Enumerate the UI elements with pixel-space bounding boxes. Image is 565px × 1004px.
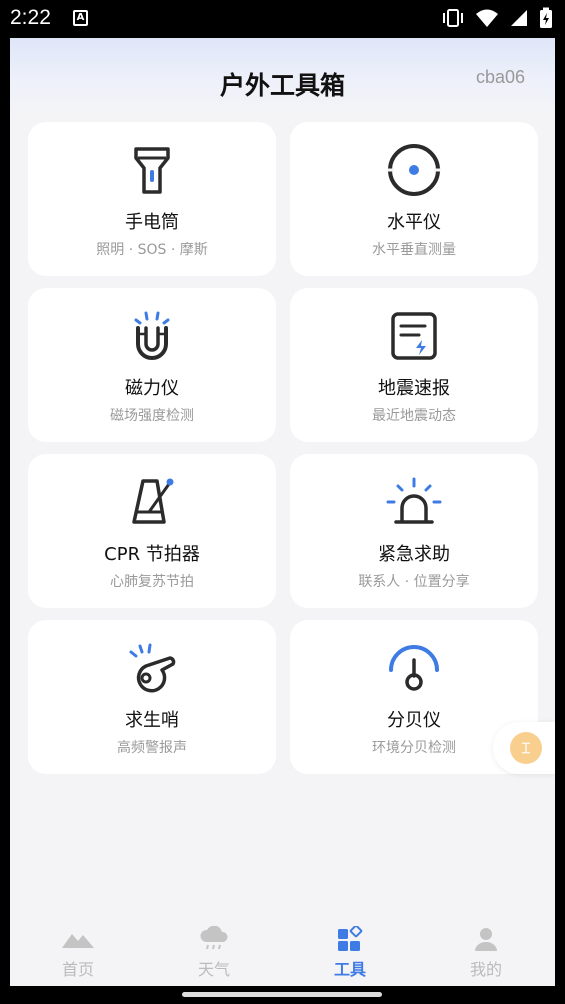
tool-title: CPR 节拍器 — [104, 544, 200, 565]
header: 户外工具箱 cba06 — [10, 38, 555, 118]
level-icon — [387, 144, 441, 196]
tab-home[interactable]: 首页 — [38, 924, 118, 980]
battery-charging-icon — [540, 7, 552, 28]
pin-icon: ⌶ — [510, 732, 542, 764]
tool-title: 磁力仪 — [125, 378, 179, 399]
tool-desc: 最近地震动态 — [372, 408, 456, 424]
metronome-icon — [132, 478, 174, 524]
tool-card-level[interactable]: 水平仪 水平垂直测量 — [290, 122, 538, 276]
tool-title: 紧急求助 — [378, 544, 450, 565]
bottom-tab-bar: 首页 天气 工具 我的 — [10, 910, 555, 986]
tool-card-sos[interactable]: 紧急求助 联系人 · 位置分享 — [290, 454, 538, 608]
user-icon — [475, 928, 497, 951]
tool-card-cpr[interactable]: CPR 节拍器 心肺复苏节拍 — [28, 454, 276, 608]
tab-label: 我的 — [469, 960, 502, 979]
tab-label: 首页 — [61, 960, 94, 979]
wifi-icon — [476, 9, 498, 27]
tab-weather[interactable]: 天气 — [174, 924, 254, 980]
rain-cloud-icon — [200, 926, 228, 950]
cell-signal-icon — [511, 10, 527, 26]
tools-grid-icon — [338, 926, 363, 951]
mountain-icon — [62, 934, 94, 948]
flashlight-icon — [134, 147, 170, 194]
tool-desc: 联系人 · 位置分享 — [358, 574, 470, 590]
tool-desc: 照明 · SOS · 摩斯 — [96, 242, 208, 258]
tool-title: 地震速报 — [378, 378, 450, 399]
tab-label: 工具 — [333, 960, 366, 979]
floating-assistant-button[interactable]: ⌶ — [493, 722, 555, 774]
tool-card-magnetometer[interactable]: 磁力仪 磁场强度检测 — [28, 288, 276, 442]
earthquake-report-icon — [391, 312, 437, 360]
whistle-icon — [129, 643, 176, 693]
tool-title: 水平仪 — [387, 212, 441, 233]
home-gesture-pill[interactable] — [182, 992, 382, 997]
tool-desc: 心肺复苏节拍 — [110, 574, 194, 590]
tab-tools[interactable]: 工具 — [310, 924, 390, 980]
tool-desc: 水平垂直测量 — [372, 242, 456, 258]
tool-title: 手电筒 — [125, 212, 179, 233]
user-code[interactable]: cba06 — [476, 67, 525, 88]
decibel-gauge-icon — [389, 645, 439, 691]
status-icons — [441, 7, 553, 29]
app-screen: 户外工具箱 cba06 手电筒 照明 · SOS · 摩斯 水平仪 水平垂直测量 — [10, 38, 555, 986]
vibrate-icon — [443, 9, 463, 27]
tool-card-flashlight[interactable]: 手电筒 照明 · SOS · 摩斯 — [28, 122, 276, 276]
magnet-icon — [134, 311, 170, 360]
status-time: 2:22 — [10, 6, 51, 29]
tab-label: 天气 — [197, 960, 230, 979]
tab-mine[interactable]: 我的 — [446, 924, 526, 980]
status-bar: 2:22 A — [0, 0, 565, 38]
accessibility-notification-icon: A — [73, 10, 88, 26]
tool-desc: 磁场强度检测 — [110, 408, 194, 424]
tool-card-earthquake[interactable]: 地震速报 最近地震动态 — [290, 288, 538, 442]
page-title: 户外工具箱 — [219, 71, 345, 100]
tool-title: 求生哨 — [125, 710, 179, 731]
tool-desc: 高频警报声 — [117, 740, 187, 756]
tool-card-whistle[interactable]: 求生哨 高频警报声 — [28, 620, 276, 774]
alarm-light-icon — [386, 477, 442, 524]
system-nav-bar — [0, 986, 565, 1004]
